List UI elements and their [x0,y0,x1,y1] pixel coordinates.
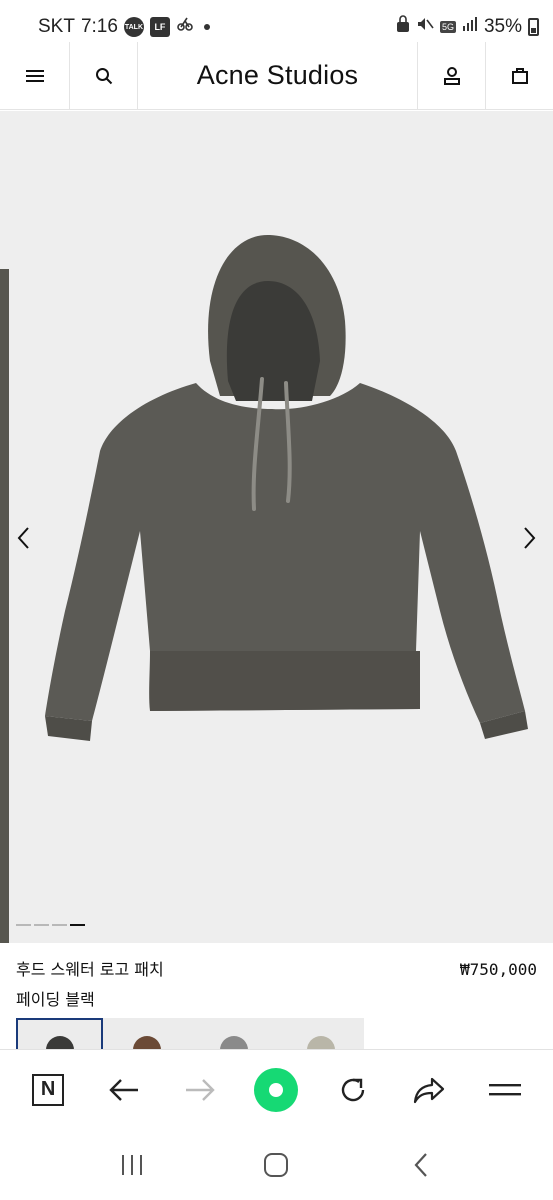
next-image-button[interactable] [515,523,545,553]
signal-icon [462,16,478,38]
lock-icon [396,15,410,39]
slide-indicator [16,924,85,926]
product-color-name: 페이딩 블랙 [16,990,95,1009]
forward-arrow-icon [186,1078,216,1101]
product-price: ₩750,000 [459,960,537,979]
product-info: 후드 스웨터 로고 패치 ₩750,000 페이딩 블랙 [0,943,553,1015]
status-right: 5G 35% [396,15,539,39]
product-image-gallery[interactable] [0,111,553,943]
clock: 7:16 [80,16,118,37]
browser-toolbar: N [0,1049,553,1129]
more-notifications-dot [203,24,210,30]
swatch-preview [307,1036,335,1050]
site-header: Acne Studios [0,42,553,110]
shopping-bag-button[interactable] [485,42,553,109]
refresh-button[interactable] [328,1065,378,1115]
menu-button[interactable] [0,42,70,109]
forward-button[interactable] [175,1065,225,1115]
account-button[interactable] [417,42,485,109]
carrier-label: SKT [38,16,75,37]
swatch-preview [46,1036,74,1050]
search-icon [95,67,112,84]
color-swatch[interactable] [103,1018,190,1050]
bike-icon [176,15,194,39]
status-left: SKT 7:16 TALK LF [38,15,210,39]
refresh-icon [341,1078,364,1101]
chevron-left-icon [17,527,29,549]
swatch-preview [133,1036,161,1050]
browser-menu-button[interactable] [480,1065,530,1115]
naver-home-icon: N [32,1073,65,1106]
network-type-icon: 5G [439,21,456,33]
color-swatch[interactable] [277,1018,364,1050]
chevron-right-icon [524,527,536,549]
battery-icon [528,18,539,36]
naver-home-button[interactable]: N [23,1065,73,1115]
brand-logo[interactable]: Acne Studios [138,42,417,109]
account-icon [443,66,460,85]
mute-icon [416,15,434,39]
back-icon [414,1152,427,1177]
share-button[interactable] [404,1065,454,1115]
kakaotalk-icon: TALK [123,17,144,37]
app-notification-icon: LF [149,17,170,37]
recent-apps-icon [122,1154,143,1175]
share-icon [413,1077,444,1103]
slide-dot-active[interactable] [70,924,85,926]
slide-dot[interactable] [16,924,31,926]
product-name: 후드 스웨터 로고 패치 [16,960,164,979]
previous-image-button[interactable] [8,523,38,553]
recent-apps-button[interactable] [107,1140,157,1190]
product-image [45,234,528,741]
system-nav-bar [0,1129,553,1200]
home-icon [264,1152,289,1177]
back-arrow-icon [109,1078,139,1101]
slide-dot[interactable] [52,924,67,926]
green-dot-icon [254,1067,299,1112]
battery-percent: 35% [483,16,522,37]
brand-logo-text: Acne Studios [196,60,359,90]
color-swatch-selected[interactable] [16,1018,103,1050]
system-back-button[interactable] [396,1140,446,1190]
menu-icon [25,69,44,82]
bag-icon [511,67,528,84]
swatch-preview [220,1036,248,1050]
search-button[interactable] [70,42,138,109]
color-swatch[interactable] [190,1018,277,1050]
color-swatches [16,1018,366,1050]
slide-dot[interactable] [34,924,49,926]
product-title-row: 후드 스웨터 로고 패치 ₩750,000 [16,955,537,985]
back-button[interactable] [99,1065,149,1115]
home-button[interactable] [251,1140,301,1190]
green-dot-button[interactable] [251,1065,301,1115]
menu-lines-icon [488,1083,521,1095]
